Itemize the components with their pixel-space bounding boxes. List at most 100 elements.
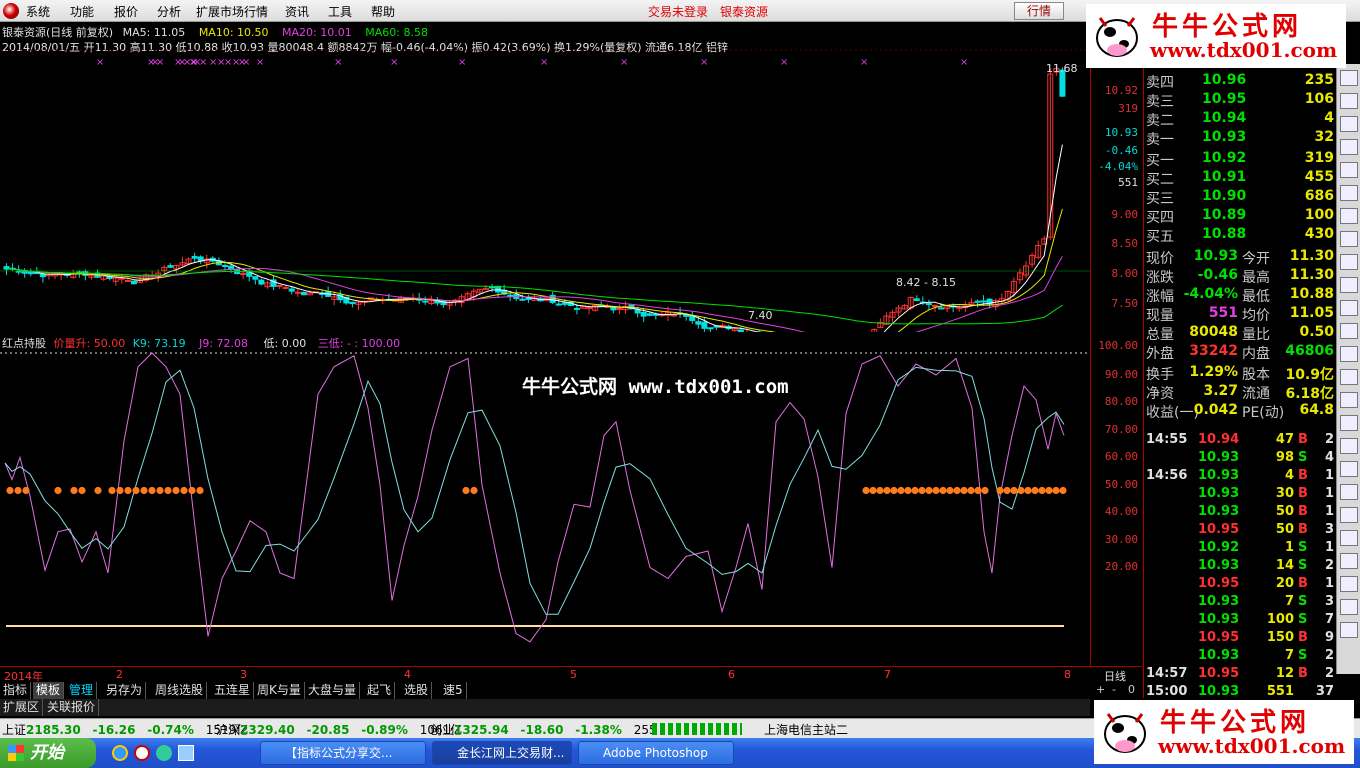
task-trading[interactable]: 金长江网上交易财... (432, 741, 572, 765)
ie-icon[interactable] (112, 745, 128, 761)
red-dot-marker (180, 486, 188, 495)
red-dot-marker (462, 486, 470, 495)
tick-row[interactable]: 10.93 14 S 2 (1146, 558, 1334, 576)
frame-icon[interactable] (1340, 369, 1358, 385)
rsi-icon[interactable] (1340, 415, 1358, 431)
tab-8[interactable]: 起飞 (364, 682, 396, 699)
tick-row[interactable]: 10.93 100 S 7 (1146, 612, 1334, 630)
tick-volume: 30 (1275, 486, 1294, 501)
tick-row[interactable]: 10.93 30 B 1 (1146, 486, 1334, 504)
tick-row[interactable]: 10.95 20 B 1 (1146, 576, 1334, 594)
app-quick-icon[interactable] (134, 745, 150, 761)
tick-row[interactable]: 14:55 10.94 47 B 2 (1146, 432, 1334, 450)
day-icon[interactable] (1340, 553, 1358, 569)
menu-tools[interactable]: 工具 (328, 3, 352, 20)
buy-row[interactable]: 买一 10.92 319 (1146, 150, 1334, 169)
list-icon[interactable] (1340, 185, 1358, 201)
chart-icon[interactable] (1340, 599, 1358, 615)
tab-related-quote[interactable]: 关联报价 (44, 699, 100, 716)
quote-button[interactable]: 行情 (1014, 2, 1064, 20)
desktop-icon[interactable] (178, 745, 194, 761)
table-icon[interactable] (1340, 139, 1358, 155)
browser-quick-icon[interactable] (156, 745, 172, 761)
tick-row[interactable]: 14:57 10.95 12 B 2 (1146, 666, 1334, 684)
arrow-down-icon[interactable] (1340, 70, 1358, 86)
tab-9[interactable]: 选股 (401, 682, 433, 699)
tick-row[interactable]: 10.92 1 S 1 (1146, 540, 1334, 558)
menu-help[interactable]: 帮助 (371, 3, 395, 20)
menu-function[interactable]: 功能 (70, 3, 94, 20)
flag-icon[interactable] (1340, 231, 1358, 247)
tab-4[interactable]: 周线选股 (152, 682, 208, 699)
tick-row[interactable]: 10.93 7 S 3 (1146, 594, 1334, 612)
zoom-in-icon[interactable]: + (1096, 683, 1105, 696)
pie-icon[interactable] (1340, 254, 1358, 270)
menu-system[interactable]: 系统 (26, 3, 50, 20)
buy-row[interactable]: 买二 10.91 455 (1146, 169, 1334, 188)
flag2-icon[interactable] (1340, 300, 1358, 316)
axis-ind-80: 80.00 (1104, 395, 1138, 408)
zoom-controls[interactable]: + - 0 (1090, 682, 1142, 699)
buy-row[interactable]: 买五 10.88 430 (1146, 226, 1334, 245)
k-icon[interactable] (1340, 277, 1358, 293)
tools2-icon[interactable] (1340, 484, 1358, 500)
menu-analysis[interactable]: 分析 (157, 3, 181, 20)
wave-icon[interactable] (1340, 392, 1358, 408)
trade-status[interactable]: 交易未登录 (648, 3, 708, 20)
sell-row[interactable]: 卖四 10.96 235 (1146, 72, 1334, 91)
task-photoshop[interactable]: Adobe Photoshop (578, 741, 734, 765)
zoom-out-icon[interactable]: - (1112, 683, 1116, 696)
sz-index[interactable]: 沪深2329.40 -20.85 -0.89% 1061亿 (216, 721, 462, 738)
tick-row[interactable]: 10.95 150 B 9 (1146, 630, 1334, 648)
menu-ext-market[interactable]: 扩展市场行情 (196, 3, 268, 20)
r-icon[interactable] (1340, 507, 1358, 523)
sell-row[interactable]: 卖一 10.93 32 (1146, 129, 1334, 148)
tab-0[interactable]: 指标 (0, 682, 32, 699)
sell-row[interactable]: 卖三 10.95 106 (1146, 91, 1334, 110)
signal-marker: × (390, 57, 398, 68)
add-icon[interactable] (1340, 622, 1358, 638)
tick-row[interactable]: 10.95 50 B 3 (1146, 522, 1334, 540)
candle-body (276, 284, 283, 287)
candle-body (701, 321, 708, 329)
menu-quote[interactable]: 报价 (114, 3, 138, 20)
signal-marker: × (540, 57, 548, 68)
tools-icon[interactable] (1340, 438, 1358, 454)
tab-1[interactable]: 模板 (33, 682, 65, 699)
t-icon[interactable] (1340, 346, 1358, 362)
zoom-icon[interactable] (1340, 576, 1358, 592)
tab-10[interactable]: 速5 (440, 682, 467, 699)
tick-row[interactable]: 14:56 10.93 4 B 1 (1146, 468, 1334, 486)
server-name[interactable]: 上海电信主站二 (764, 721, 848, 738)
sh-index[interactable]: 上证2185.30 -16.26 -0.74% 1519亿 (2, 721, 248, 738)
tab-7[interactable]: 大盘与量 (305, 682, 361, 699)
sell-row[interactable]: 卖二 10.94 4 (1146, 110, 1334, 129)
line-icon[interactable] (1340, 162, 1358, 178)
tab-6[interactable]: 周K与量 (254, 682, 305, 699)
menu-news[interactable]: 资讯 (285, 3, 309, 20)
tab-2[interactable]: 管理 (66, 682, 98, 699)
bars-icon[interactable] (1340, 208, 1358, 224)
tab-extension[interactable]: 扩展区 (0, 699, 44, 716)
tick-row[interactable]: 10.93 50 B 1 (1146, 504, 1334, 522)
arrow-up-icon[interactable] (1340, 93, 1358, 109)
buy-row[interactable]: 买四 10.89 100 (1146, 207, 1334, 226)
tick-row[interactable]: 10.93 98 S 4 (1146, 450, 1334, 468)
task-forum[interactable]: 【指标公式分享交... (260, 741, 426, 765)
candle-body (507, 294, 514, 297)
cy-index[interactable]: 创业1325.94 -18.60 -1.38% 255.8亿 (430, 721, 680, 738)
buy-row[interactable]: 买三 10.90 686 (1146, 188, 1334, 207)
tab-5[interactable]: 五连星 (211, 682, 255, 699)
kline-chart[interactable]: 银泰资源(日线 前复权) MA5: 11.05 MA10: 10.50 MA20… (0, 22, 1090, 332)
grid-icon[interactable] (1340, 116, 1358, 132)
star-icon[interactable] (1340, 461, 1358, 477)
tab-3[interactable]: 另存为 (103, 682, 147, 699)
zoom-reset-icon[interactable]: 0 (1128, 683, 1135, 696)
bars2-icon[interactable] (1340, 323, 1358, 339)
tick-direction: S (1298, 558, 1308, 573)
watermark-bottom: 牛牛公式网 www.tdx001.com (1094, 700, 1354, 764)
tick-row[interactable]: 10.93 7 S 2 (1146, 648, 1334, 666)
d-icon[interactable] (1340, 530, 1358, 546)
tick-count: 2 (1324, 648, 1334, 663)
start-button[interactable]: 开始 (0, 738, 96, 768)
